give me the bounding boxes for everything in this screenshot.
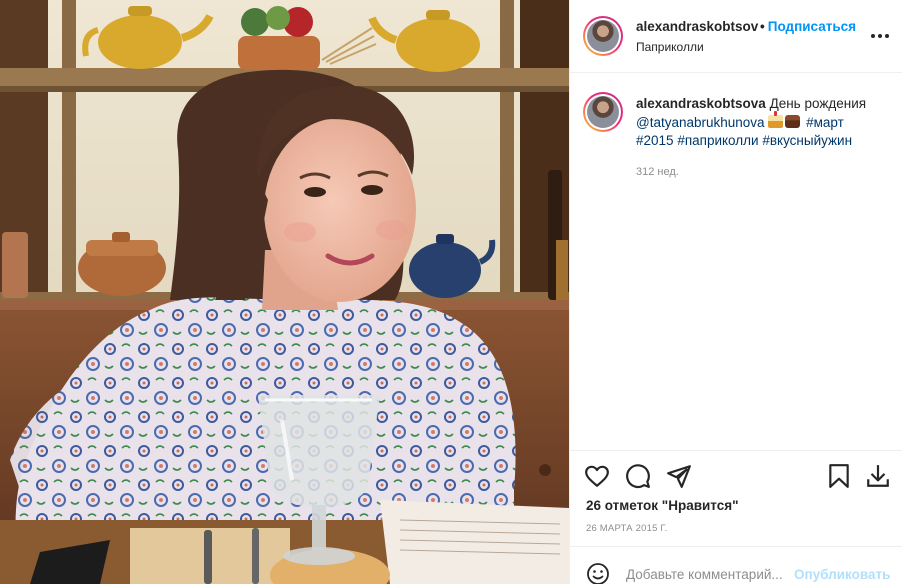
emoji-icon[interactable]: [586, 562, 610, 584]
share-icon[interactable]: [666, 463, 692, 489]
hashtag-link[interactable]: #паприколли: [677, 133, 758, 148]
post-photo: [0, 0, 569, 584]
caption-avatar[interactable]: [583, 92, 623, 132]
chocolate-cake-emoji: [785, 114, 801, 128]
avatar[interactable]: [583, 16, 623, 56]
more-options-icon[interactable]: [869, 26, 891, 46]
publish-button[interactable]: Опубликовать: [794, 567, 890, 582]
separator-dot: •: [760, 19, 765, 34]
comment-input[interactable]: [626, 564, 796, 584]
hashtag-link[interactable]: #вкусныйужин: [762, 133, 852, 148]
comment-icon[interactable]: [625, 463, 651, 489]
avatar-photo: [587, 20, 619, 52]
post-date: 26 МАРТА 2015 Г.: [586, 523, 668, 534]
mention-link[interactable]: @tatyanabrukhunova: [636, 115, 765, 130]
post-side-panel: alexandraskobtsova• Подписаться Паприколл…: [569, 0, 902, 584]
header-username-link[interactable]: alexandraskobtsova: [636, 19, 758, 34]
post-actions: 26 отметок "Нравится" 26 МАРТА 2015 Г.: [570, 450, 902, 546]
hashtag-link[interactable]: #2015: [636, 133, 674, 148]
caption-username-link[interactable]: alexandraskobtsova: [636, 96, 766, 111]
location-link[interactable]: Паприколли: [636, 40, 704, 54]
caption-time-ago[interactable]: 312 нед.: [636, 166, 679, 178]
heart-icon[interactable]: [584, 463, 610, 489]
cake-emoji: [768, 110, 784, 128]
download-icon[interactable]: [865, 463, 891, 489]
hashtag-link[interactable]: #март: [806, 115, 844, 130]
caption-intro: День рождения: [769, 96, 867, 111]
comment-form: Опубликовать: [570, 546, 902, 584]
follow-button[interactable]: Подписаться: [768, 19, 856, 34]
post-photo-image: [0, 0, 569, 584]
likes-count[interactable]: 26 отметок "Нравится": [586, 498, 739, 513]
post-header: alexandraskobtsova• Подписаться Паприколл…: [570, 0, 902, 73]
caption-text: alexandraskobtsova День рождения @tatyan…: [636, 95, 876, 151]
avatar-photo: [587, 96, 619, 128]
bookmark-icon[interactable]: [826, 463, 852, 489]
